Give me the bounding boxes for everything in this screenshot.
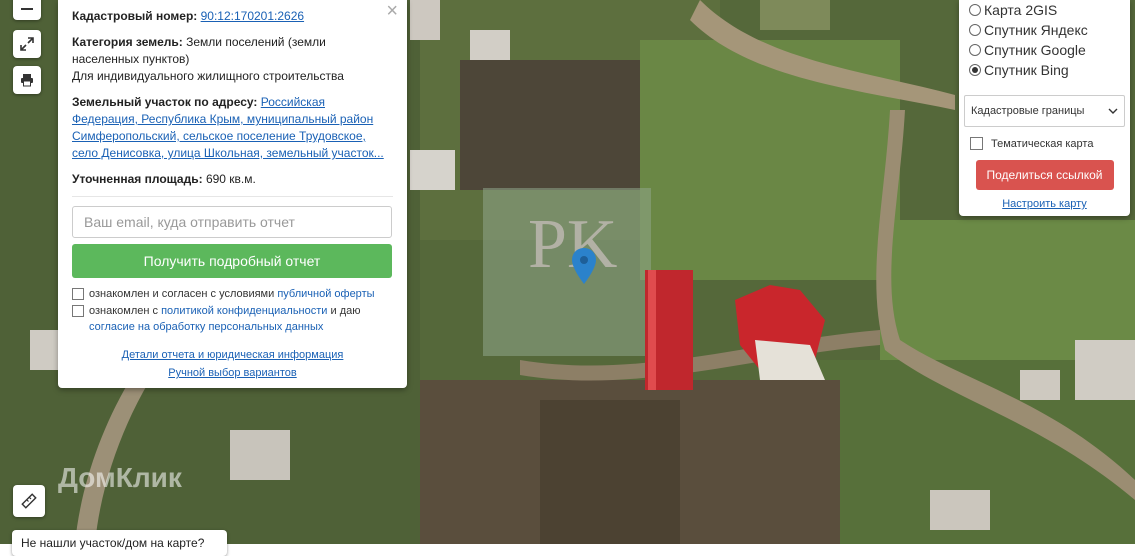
layer-option-label: Спутник Bing [984, 62, 1069, 78]
layer-type-value: Кадастровые границы [971, 105, 1085, 117]
minus-icon [21, 8, 33, 10]
consent-offer-checkbox[interactable] [72, 288, 84, 300]
cadastral-number-link[interactable]: 90:12:170201:2626 [201, 9, 304, 23]
layer-option-label: Спутник Google [984, 42, 1086, 58]
consent-offer-label: ознакомлен и согласен с условиями публич… [89, 286, 375, 302]
layer-option-label: Спутник Яндекс [984, 22, 1088, 38]
fullscreen-button[interactable] [13, 30, 41, 58]
land-category-label: Категория земель: [72, 35, 183, 49]
not-found-button[interactable]: Не нашли участок/дом на карте? [12, 530, 227, 556]
cadastral-number-row: Кадастровый номер: 90:12:170201:2626 [72, 8, 393, 25]
consent-privacy-mid: и даю [330, 305, 361, 317]
address-row: Земельный участок по адресу: Российская … [72, 94, 393, 162]
privacy-policy-link[interactable]: политикой конфиденциальности [161, 305, 327, 317]
address-label: Земельный участок по адресу: [72, 95, 258, 109]
radio-selected-icon [969, 64, 981, 76]
consent-privacy-row: ознакомлен с политикой конфиденциальност… [72, 303, 393, 335]
radio-icon [969, 24, 981, 36]
close-icon[interactable]: × [386, 1, 398, 21]
land-category-row: Категория земель: Земли поселений (земли… [72, 34, 393, 85]
layer-type-select[interactable]: Кадастровые границы [964, 95, 1125, 127]
zoom-out-button[interactable] [13, 0, 41, 20]
chevron-down-icon [1108, 108, 1118, 114]
map-layers-panel: Карта 2GIS Спутник Яндекс Спутник Google… [959, 0, 1130, 216]
manual-selection-link[interactable]: Ручной выбор вариантов [168, 367, 296, 379]
layer-option-label: Карта 2GIS [984, 2, 1058, 18]
layer-option-bing[interactable]: Спутник Bing [964, 60, 1125, 80]
expand-icon [20, 37, 34, 51]
layer-option-google[interactable]: Спутник Google [964, 40, 1125, 60]
area-label: Уточненная площадь: [72, 172, 203, 186]
thematic-map-checkbox[interactable] [970, 137, 983, 150]
email-input[interactable]: Ваш email, куда отправить отчет [72, 206, 392, 238]
consent-privacy-text: ознакомлен с [89, 305, 159, 317]
cadastral-number-label: Кадастровый номер: [72, 9, 198, 23]
parcel-info-popup: × Кадастровый номер: 90:12:170201:2626 К… [58, 0, 407, 388]
location-marker-icon[interactable] [572, 248, 596, 284]
share-link-button[interactable]: Поделиться ссылкой [975, 160, 1114, 190]
popup-footer-links: Детали отчета и юридическая информация Р… [58, 346, 407, 382]
consent-offer-row: ознакомлен и согласен с условиями публич… [72, 286, 393, 302]
layer-option-yandex[interactable]: Спутник Яндекс [964, 20, 1125, 40]
area-value: 690 кв.м. [205, 172, 256, 186]
configure-map-link[interactable]: Настроить карту [1002, 198, 1087, 210]
report-details-link[interactable]: Детали отчета и юридическая информация [122, 349, 344, 361]
land-use-value: Для индивидуального жилищного строительс… [72, 69, 344, 83]
consent-offer-text: ознакомлен и согласен с условиями [89, 288, 275, 300]
ruler-button[interactable] [13, 485, 45, 517]
personal-data-consent-link[interactable]: согласие на обработку персональных данны… [89, 321, 323, 333]
thematic-map-label: Тематическая карта [991, 137, 1094, 150]
public-offer-link[interactable]: публичной оферты [277, 288, 374, 300]
ruler-icon [21, 493, 37, 509]
print-button[interactable] [13, 66, 41, 94]
printer-icon [21, 74, 33, 87]
thematic-map-toggle[interactable]: Тематическая карта [964, 137, 1125, 150]
area-row: Уточненная площадь: 690 кв.м. [72, 171, 393, 197]
layer-option-2gis[interactable]: Карта 2GIS [964, 0, 1125, 20]
radio-icon [969, 4, 981, 16]
consent-privacy-checkbox[interactable] [72, 305, 84, 317]
get-report-button[interactable]: Получить подробный отчет [72, 244, 392, 278]
consent-privacy-label: ознакомлен с политикой конфиденциальност… [89, 303, 361, 335]
radio-icon [969, 44, 981, 56]
domclick-watermark: ДомКлик [58, 462, 182, 493]
